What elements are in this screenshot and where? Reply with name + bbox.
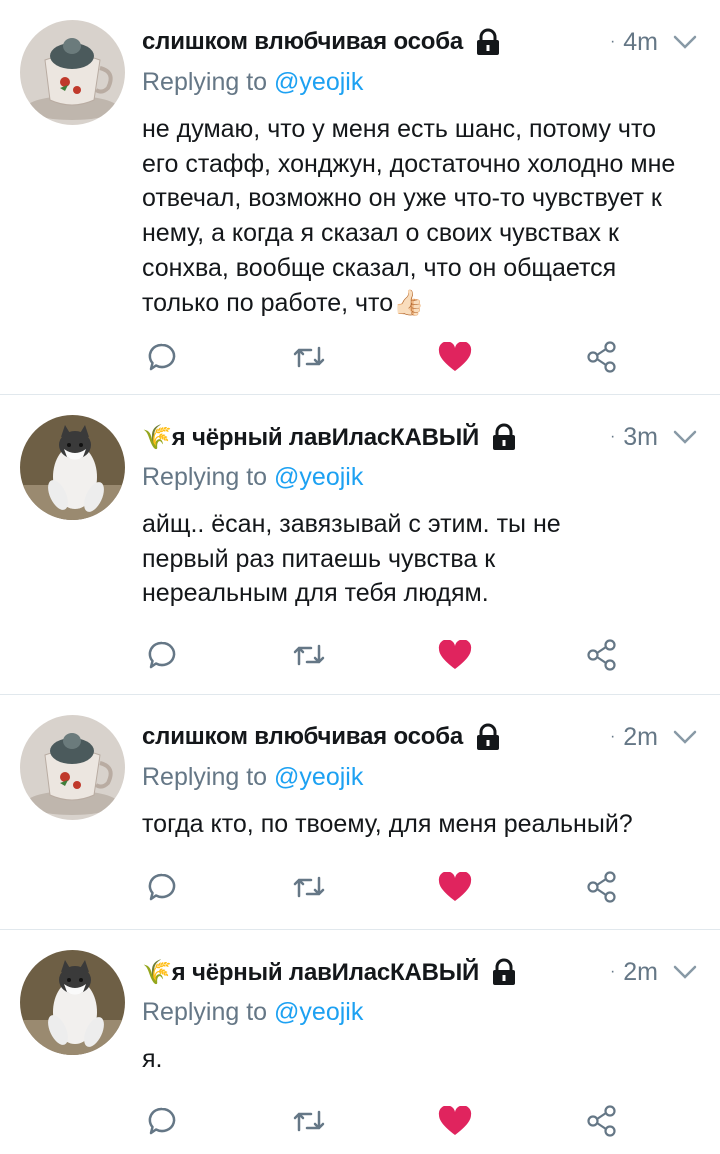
heart-icon[interactable] (435, 867, 475, 907)
reply-icon[interactable] (142, 867, 182, 907)
avatar[interactable] (20, 415, 125, 520)
heart-icon[interactable] (435, 635, 475, 675)
chevron-down-icon[interactable] (672, 33, 698, 51)
tweet-header: слишком влюбчивая особа · 4m (142, 22, 698, 62)
replying-handle-link[interactable]: @yeojik (274, 68, 363, 96)
tweet-header: 🌾я чёрный лавИласКАВЫЙ · 2m (142, 952, 698, 992)
replying-handle-link[interactable]: @yeojik (274, 463, 363, 491)
replying-to: Replying to @yeojik (142, 68, 364, 96)
replying-handle-link[interactable]: @yeojik (274, 998, 363, 1026)
share-icon[interactable] (582, 635, 622, 675)
timestamp[interactable]: 4m (623, 28, 658, 57)
tweet-text: айщ.. ёсан, завязывай с этим. ты не перв… (142, 510, 561, 608)
heart-icon[interactable] (435, 337, 475, 377)
replying-to: Replying to @yeojik (142, 463, 364, 491)
replying-to: Replying to @yeojik (142, 763, 364, 791)
tweet-header: 🌾я чёрный лавИласКАВЫЙ · 3m (142, 417, 698, 457)
share-icon[interactable] (582, 337, 622, 377)
avatar[interactable] (20, 20, 125, 125)
tweet[interactable]: слишком влюбчивая особа · 4m Replying to… (0, 0, 720, 395)
tweet-actions (142, 337, 622, 377)
reply-icon[interactable] (142, 1101, 182, 1141)
timestamp[interactable]: 2m (623, 958, 658, 987)
chevron-down-icon[interactable] (672, 963, 698, 981)
timestamp[interactable]: 2m (623, 723, 658, 752)
lock-icon (489, 423, 519, 451)
avatar[interactable] (20, 715, 125, 820)
tweet-actions (142, 1101, 622, 1141)
retweet-icon[interactable] (289, 1101, 329, 1141)
chevron-down-icon[interactable] (672, 428, 698, 446)
author-name[interactable]: 🌾я чёрный лавИласКАВЫЙ (142, 423, 479, 452)
retweet-icon[interactable] (289, 867, 329, 907)
avatar[interactable] (20, 950, 125, 1055)
tweet[interactable]: 🌾я чёрный лавИласКАВЫЙ · 2m Replying to … (0, 930, 720, 1154)
tweet-actions (142, 635, 622, 675)
tweet-text: я. (142, 1045, 163, 1073)
share-icon[interactable] (582, 1101, 622, 1141)
author-name[interactable]: 🌾я чёрный лавИласКАВЫЙ (142, 958, 479, 987)
replying-to: Replying to @yeojik (142, 998, 364, 1026)
lock-icon (473, 723, 503, 751)
share-icon[interactable] (582, 867, 622, 907)
retweet-icon[interactable] (289, 337, 329, 377)
author-name[interactable]: слишком влюбчивая особа (142, 723, 463, 751)
reply-icon[interactable] (142, 635, 182, 675)
tweet-text: не думаю, что у меня есть шанс, потому ч… (142, 115, 676, 317)
lock-icon (473, 28, 503, 56)
tweet-header: слишком влюбчивая особа · 2m (142, 717, 698, 757)
tweet[interactable]: слишком влюбчивая особа · 2m Replying to… (0, 695, 720, 930)
heart-icon[interactable] (435, 1101, 475, 1141)
reply-icon[interactable] (142, 337, 182, 377)
replying-handle-link[interactable]: @yeojik (274, 763, 363, 791)
tweet-actions (142, 867, 622, 907)
chevron-down-icon[interactable] (672, 728, 698, 746)
timestamp[interactable]: 3m (623, 423, 658, 452)
lock-icon (489, 958, 519, 986)
tweet-text: тогда кто, по твоему, для меня реальный? (142, 810, 633, 838)
tweet[interactable]: 🌾я чёрный лавИласКАВЫЙ · 3m Replying to … (0, 395, 720, 695)
author-name[interactable]: слишком влюбчивая особа (142, 28, 463, 56)
retweet-icon[interactable] (289, 635, 329, 675)
